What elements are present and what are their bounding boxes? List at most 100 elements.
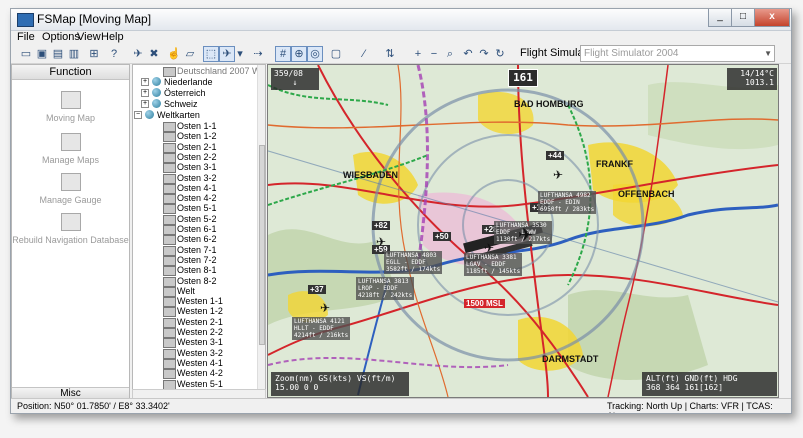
- delete-icon[interactable]: ✖: [147, 47, 161, 61]
- tree-group-label: Niederlande: [164, 77, 213, 87]
- close-button[interactable]: x: [754, 9, 790, 27]
- tree-scroll-thumb[interactable]: [259, 145, 265, 345]
- traffic-tag-line: 3582ft / 174kts: [386, 266, 441, 273]
- tree-item-label: Westen 1-2: [177, 306, 223, 317]
- map-file-icon: [163, 245, 176, 256]
- function-panel: Function Moving Map Manage Maps Manage G…: [11, 64, 130, 399]
- tree-scrollbar[interactable]: [257, 65, 265, 389]
- manage-maps-button[interactable]: Manage Maps: [12, 133, 129, 165]
- tree-item-label: Osten 6-2: [177, 234, 217, 245]
- flight-data-left-labels: Zoom(nm) GS(kts) VS(ft/m): [275, 374, 396, 383]
- window-icon[interactable]: ▣: [35, 47, 49, 61]
- grid-icon[interactable]: #: [275, 46, 291, 62]
- layout-icon[interactable]: ▥: [67, 47, 81, 61]
- maximize-button[interactable]: □: [731, 9, 755, 27]
- route-icon[interactable]: ⇢: [251, 47, 265, 61]
- menu-help[interactable]: Help: [101, 31, 124, 44]
- traffic-aircraft-icon: ✈: [376, 235, 387, 249]
- tree-item-label: Welt: [177, 285, 195, 296]
- weather-readout: 14/14°C 1013.1: [727, 68, 777, 90]
- dropdown-arrow-icon[interactable]: ▾: [233, 47, 247, 61]
- database-icon: [60, 213, 81, 231]
- undo-icon[interactable]: ↶: [461, 47, 475, 61]
- menu-options[interactable]: Options: [42, 31, 80, 44]
- tree-item-label: Osten 8-2: [177, 275, 217, 286]
- map-file-icon: [163, 152, 176, 163]
- tree-item-label: Osten 1-1: [177, 121, 217, 131]
- flight-simulator-select[interactable]: Flight Simulator 2004 ▼: [580, 45, 775, 62]
- flight-data-left-values: 15.00 0 0: [275, 383, 319, 392]
- hand-icon[interactable]: ☝: [167, 47, 181, 61]
- map-file-icon: [163, 194, 176, 205]
- wind-value: 359/08: [274, 69, 303, 78]
- position-readout: Position: N50° 01.7850' / E8° 33.3402': [17, 401, 170, 411]
- camera-icon[interactable]: ▢: [329, 47, 343, 61]
- help-icon[interactable]: ?: [107, 47, 121, 61]
- crosshair-icon[interactable]: ⊕: [291, 46, 307, 62]
- ruler-icon[interactable]: ⁄: [357, 47, 371, 61]
- traffic-aircraft-icon: ✈: [484, 241, 495, 255]
- traffic-tag[interactable]: LUFTHANSA 4803 EGLL - EDDF 3582ft / 174kts: [384, 251, 443, 274]
- refresh-icon[interactable]: ↻: [493, 47, 507, 61]
- folder-icon[interactable]: ▱: [183, 47, 197, 61]
- expand-icon[interactable]: +: [141, 89, 149, 97]
- flight-data-right-values: 368 364 161[162]: [646, 383, 724, 392]
- map-file-icon: [163, 225, 176, 235]
- redo-icon[interactable]: ↷: [477, 47, 491, 61]
- function-header[interactable]: Function: [12, 65, 129, 80]
- manage-gauge-button[interactable]: Manage Gauge: [12, 173, 129, 205]
- collapse-icon[interactable]: −: [134, 111, 142, 119]
- tree-item-label: Osten 6-1: [177, 224, 217, 234]
- select-tool-icon[interactable]: ⬚: [203, 46, 219, 62]
- rebuild-database-button[interactable]: Rebuild Navigation Database: [12, 213, 129, 245]
- expand-icon[interactable]: +: [141, 100, 149, 108]
- map-file-icon: [163, 122, 176, 132]
- traffic-tag[interactable]: LUFTHANSA 4982 EDDF - EDIN 6950ft / 283kts: [538, 191, 597, 214]
- city-label: FRANKF: [596, 159, 633, 169]
- moving-map-button[interactable]: Moving Map: [12, 91, 129, 123]
- map-file-icon: [163, 163, 176, 174]
- zoom-in-icon[interactable]: +: [411, 47, 425, 61]
- map-file-icon: [163, 307, 176, 318]
- map-file-icon: [163, 235, 176, 246]
- tree-item-label: Osten 3-2: [177, 172, 217, 183]
- map-file-icon: [163, 266, 176, 277]
- tree-item-label: Osten 1-2: [177, 131, 217, 142]
- traffic-tag-line: EDDF - EDIN: [540, 199, 580, 206]
- tree-item-label: Westen 3-2: [177, 347, 223, 358]
- traffic-tag-line: LUFTHANSA 4803: [386, 252, 437, 259]
- map-file-icon: [163, 358, 176, 369]
- tree-group-label: Schweiz: [164, 99, 198, 109]
- app-window: FSMap [Moving Map] _ □ x File Options Vi…: [10, 8, 792, 414]
- menu-view[interactable]: View: [77, 31, 101, 44]
- monitor-icon[interactable]: ▭: [19, 47, 33, 61]
- traffic-tag-line: HLLT - EDDF: [294, 325, 334, 332]
- menu-file[interactable]: File: [17, 31, 35, 44]
- traffic-tag[interactable]: LUFTHANSA 3381 LGAV - EDDF 1185ft / 145kts: [464, 253, 523, 276]
- city-label: DARMSTADT: [542, 354, 599, 364]
- traffic-tag-line: 4214ft / 216kts: [294, 332, 349, 339]
- zoom-fit-icon[interactable]: ⌕: [443, 47, 457, 61]
- traffic-tag-line: LROP - EDDF: [358, 285, 398, 292]
- traffic-tag-line: EGLL - EDDF: [386, 259, 426, 266]
- wind-arrow-icon: ↓: [292, 78, 298, 87]
- flight-data-right-labels: ALT(ft) GND(ft) HDG: [646, 374, 738, 383]
- map-file-icon: [163, 286, 176, 297]
- zoom-out-icon[interactable]: −: [427, 47, 441, 61]
- expand-icon[interactable]: +: [141, 78, 149, 86]
- map-file-icon: [163, 317, 176, 328]
- tree-item-label: Osten 4-2: [177, 193, 217, 204]
- altitude-label: +37: [308, 285, 326, 294]
- traffic-tag[interactable]: LUFTHANSA 3813 LROP - EDDF 4218ft / 242kts: [356, 277, 415, 300]
- map-file-icon: [163, 255, 176, 266]
- traffic-tag[interactable]: LUFTHANSA 4121 HLLT - EDDF 4214ft / 216kts: [292, 317, 351, 340]
- minimize-button[interactable]: _: [708, 9, 732, 27]
- panel-icon[interactable]: ▤: [51, 47, 65, 61]
- pin-icon[interactable]: ✈: [131, 47, 145, 61]
- fsmap-app-icon: [17, 13, 34, 27]
- map-file-icon: [163, 67, 176, 77]
- moving-map[interactable]: WIESBADEN FRANKF OFFENBACH DARMSTADT BAD…: [267, 64, 779, 398]
- network-icon[interactable]: ⊞: [87, 47, 101, 61]
- sort-icon[interactable]: ⇅: [383, 47, 397, 61]
- compass-icon[interactable]: ◎: [307, 46, 323, 62]
